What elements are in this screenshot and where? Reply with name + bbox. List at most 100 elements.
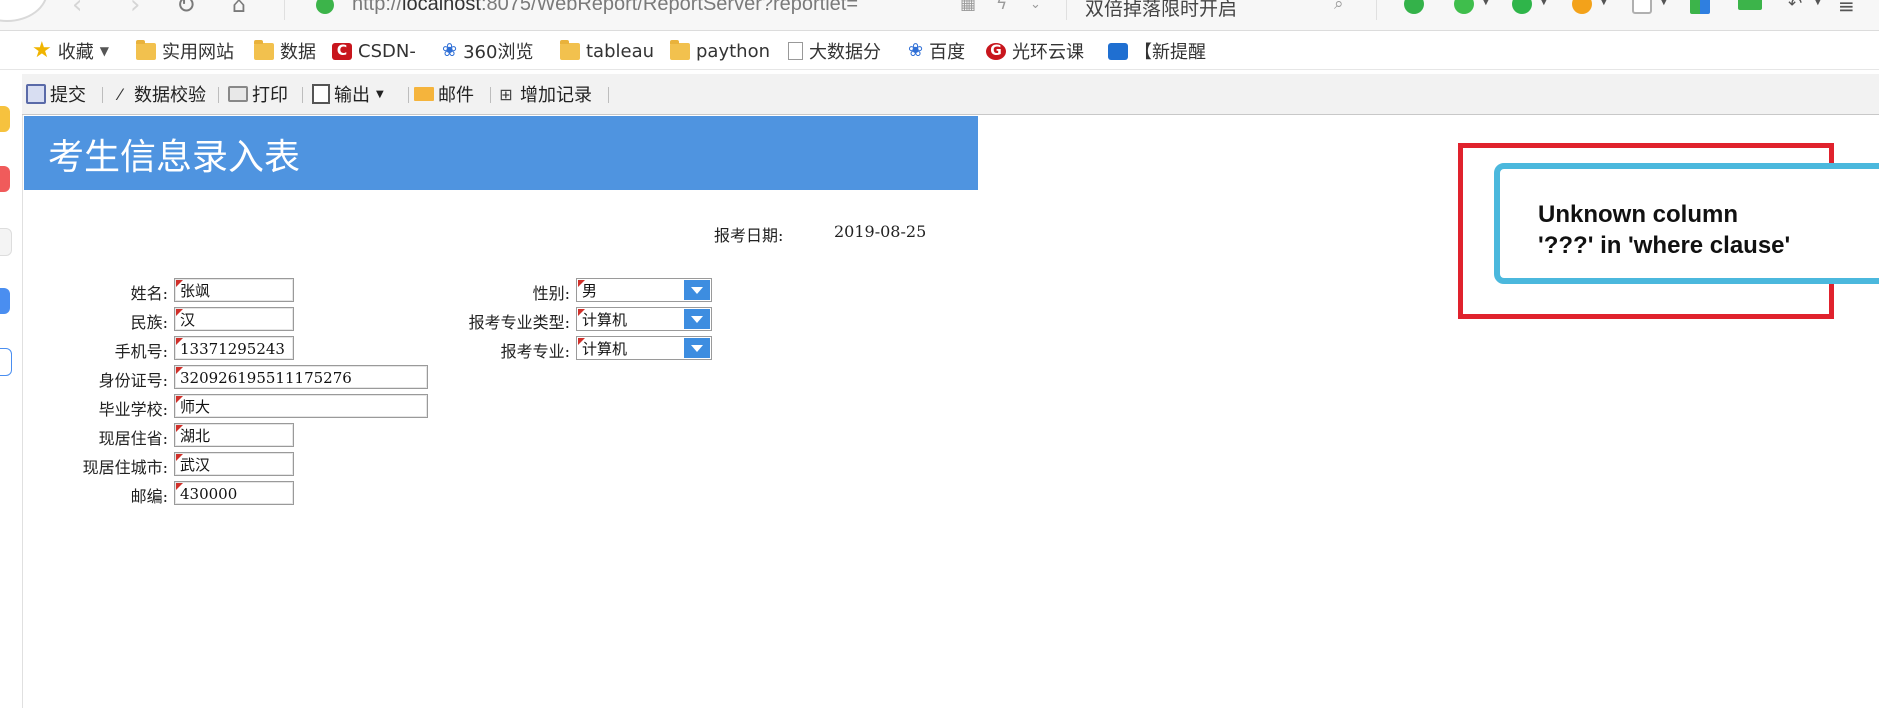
divider — [284, 0, 285, 20]
side-panel-mail-icon[interactable] — [0, 106, 10, 132]
bookmark-new-reminder[interactable]: 【新提醒 — [1108, 39, 1206, 63]
screenshot-icon[interactable] — [1632, 0, 1652, 14]
apps-grid-icon[interactable] — [1690, 0, 1710, 14]
gender-select[interactable]: 男 — [576, 278, 712, 302]
bookmark-label: 百度 — [929, 42, 966, 63]
export-icon — [312, 84, 330, 104]
url-dropdown-chevron-icon[interactable]: ⌄ — [1030, 0, 1041, 12]
compat-mode-icon[interactable]: ▦ — [960, 0, 976, 14]
phone-label: 手机号: — [114, 342, 168, 361]
ethnicity-field[interactable]: 汉 — [174, 307, 294, 331]
bookmark-tableau[interactable]: tableau — [560, 39, 654, 63]
folder-icon — [670, 39, 690, 60]
undo-icon[interactable]: ↶ — [1788, 0, 1802, 14]
browser-address-bar: ‹ › ↻ ⌂ http://localhost:8075/WebReport/… — [0, 0, 1879, 31]
translate-icon[interactable] — [1512, 0, 1532, 14]
bookmark-guanghuan[interactable]: G 光环云课 — [986, 39, 1084, 63]
toolbar-divider — [408, 87, 409, 103]
side-panel-game-icon[interactable] — [0, 228, 12, 256]
bookmark-label: tableau — [586, 40, 655, 62]
major-label: 报考专业: — [500, 342, 570, 361]
star-icon: ★ — [32, 38, 52, 63]
back-icon[interactable]: ‹ — [72, 0, 82, 18]
validate-button[interactable]: ⁄ 数据校验 — [110, 82, 206, 107]
mail-button[interactable]: 邮件 — [414, 82, 474, 106]
report-header-banner: 考生信息录入表 — [24, 116, 978, 190]
bookmark-360[interactable]: ❀ 360浏览 — [442, 39, 534, 64]
postcode-field[interactable]: 430000 — [174, 481, 294, 505]
app-icon — [1108, 42, 1128, 60]
id-number-label: 身份证号: — [98, 371, 168, 390]
phone-field[interactable]: 13371295243 — [174, 336, 294, 360]
bookmark-label: 实用网站 — [162, 42, 234, 63]
browser-logo-icon[interactable] — [0, 0, 48, 22]
chevron-down-icon[interactable]: ▼ — [1814, 0, 1822, 7]
export-button[interactable]: 输出 ▼ — [312, 82, 384, 106]
bookmark-data[interactable]: 数据 — [254, 39, 316, 63]
bookmark-csdn[interactable]: C CSDN- — [332, 39, 416, 63]
divider — [1066, 0, 1067, 20]
chevron-down-icon[interactable]: ▼ — [1482, 0, 1490, 7]
exam-date-label: 报考日期: — [714, 226, 784, 245]
extension-clover-icon[interactable] — [1454, 0, 1474, 14]
exam-date-value: 2019-08-25 — [834, 222, 927, 241]
chevron-down-icon: ▼ — [99, 44, 109, 58]
bookmark-python[interactable]: paython — [670, 39, 770, 63]
school-field[interactable]: 师大 — [174, 394, 428, 418]
add-row-icon: ⊞ — [499, 84, 513, 104]
print-button[interactable]: 打印 — [228, 82, 288, 106]
folder-icon — [254, 39, 274, 60]
id-number-field[interactable]: 320926195511175276 — [174, 365, 428, 389]
major-select[interactable]: 计算机 — [576, 336, 712, 360]
bookmark-label: paython — [696, 40, 770, 62]
printer-icon — [228, 86, 248, 102]
toolbar-divider — [102, 87, 103, 103]
bookmark-label: 360浏览 — [463, 42, 534, 63]
side-panel-shop-icon[interactable] — [0, 166, 10, 192]
name-field[interactable]: 张飒 — [174, 278, 294, 302]
add-record-button[interactable]: ⊞ 增加记录 — [496, 82, 592, 107]
toolbar-divider — [608, 87, 609, 103]
dropdown-arrow-icon[interactable] — [684, 280, 710, 300]
dropdown-arrow-icon[interactable] — [684, 338, 710, 358]
bookmark-label: 大数据分 — [809, 42, 881, 63]
major-type-select[interactable]: 计算机 — [576, 307, 712, 331]
folder-icon — [136, 39, 156, 60]
guanghuan-icon: G — [986, 42, 1006, 60]
bookmark-baidu[interactable]: ❀ 百度 — [908, 39, 966, 64]
url-field[interactable]: http://localhost:8075/WebReport/ReportSe… — [352, 0, 858, 16]
coin-icon[interactable] — [1572, 0, 1592, 14]
dropdown-arrow-icon[interactable] — [684, 309, 710, 329]
home-icon[interactable]: ⌂ — [232, 0, 246, 17]
menu-icon[interactable]: ≡ — [1838, 0, 1855, 18]
toolbar-divider — [218, 87, 219, 103]
submit-button[interactable]: 提交 — [26, 82, 86, 106]
chevron-down-icon[interactable]: ▼ — [1600, 0, 1608, 7]
chevron-down-icon[interactable]: ▼ — [1660, 0, 1668, 7]
postcode-label: 邮编: — [130, 487, 168, 506]
city-field[interactable]: 武汉 — [174, 452, 294, 476]
chevron-down-icon[interactable]: ▼ — [1540, 0, 1548, 7]
save-icon — [26, 84, 46, 104]
bookmark-label: 光环云课 — [1012, 42, 1084, 63]
bookmark-bigdata[interactable]: 大数据分 — [788, 39, 881, 63]
province-field[interactable]: 湖北 — [174, 423, 294, 447]
secure-shield-icon — [316, 0, 334, 14]
bookmark-useful-sites[interactable]: 实用网站 — [136, 39, 234, 63]
refresh-icon[interactable]: ↻ — [176, 0, 196, 17]
bookmark-favorites[interactable]: ★ 收藏 ▼ — [32, 38, 109, 64]
toolbar-divider — [302, 87, 303, 103]
divider — [1376, 0, 1377, 20]
province-label: 现居住省: — [98, 429, 168, 448]
wand-icon: ⁄ — [118, 84, 122, 104]
report-toolbar: 提交 ⁄ 数据校验 打印 输出 ▼ 邮件 ⊞ 增加记录 — [22, 74, 1879, 115]
forward-icon[interactable]: › — [130, 0, 140, 18]
extension-shield-icon[interactable] — [1404, 0, 1424, 14]
search-input[interactable]: 双倍掉落限时开启 — [1085, 0, 1237, 21]
speed-mode-icon[interactable]: ϟ — [996, 0, 1007, 14]
battery-icon[interactable] — [1738, 0, 1762, 10]
name-label: 姓名: — [130, 284, 168, 303]
baidu-paw-icon: ❀ — [442, 40, 458, 61]
search-icon[interactable]: ⌕ — [1334, 0, 1344, 14]
mail-icon — [414, 87, 434, 101]
